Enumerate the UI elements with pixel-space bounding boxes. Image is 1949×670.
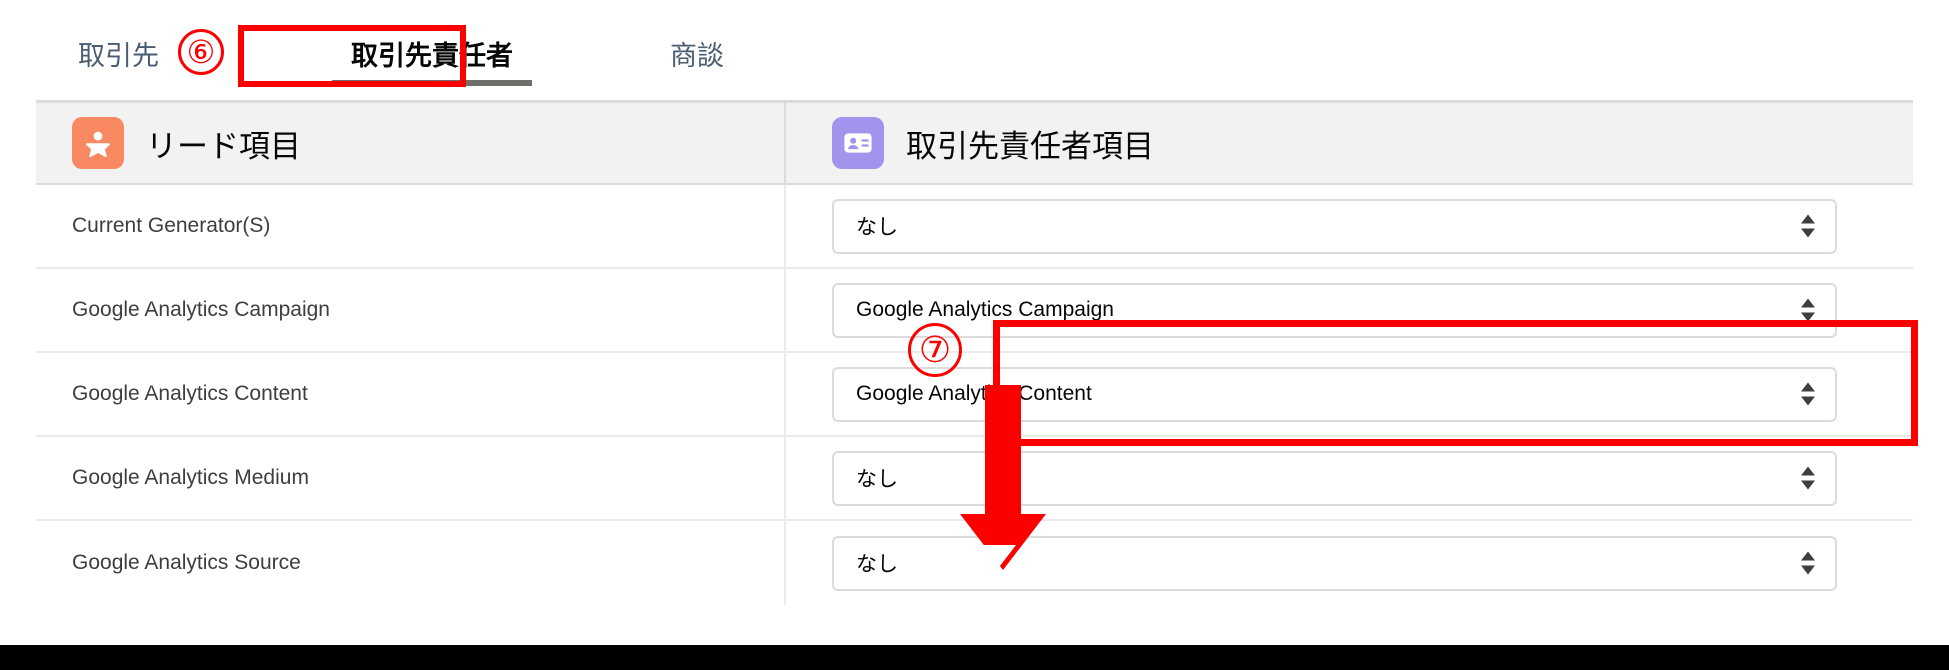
contact-card-icon bbox=[832, 117, 884, 169]
table-header-lead: リード項目 bbox=[36, 103, 786, 183]
select-spinner-icon[interactable] bbox=[1801, 382, 1815, 406]
chevron-up-icon bbox=[1801, 466, 1815, 476]
select-spinner-icon[interactable] bbox=[1801, 214, 1815, 238]
mapping-select-ga-campaign[interactable]: Google Analytics Campaign bbox=[832, 282, 1837, 338]
mapping-select-value: なし bbox=[856, 553, 898, 576]
contact-field-cell: なし bbox=[786, 185, 1913, 267]
lead-field-cell: Google Analytics Medium bbox=[36, 437, 786, 519]
annotation-tab-highlight-box bbox=[238, 25, 466, 87]
table-row: Current Generator(S) なし bbox=[36, 185, 1913, 269]
table-header-contact-title: 取引先責任者項目 bbox=[906, 128, 1154, 164]
annotation-step-7: ⑦ bbox=[908, 323, 962, 377]
lead-field-label: Google Analytics Medium bbox=[72, 466, 309, 489]
chevron-up-icon bbox=[1801, 214, 1815, 224]
bottom-black-bar bbox=[0, 645, 1949, 670]
table-row: Google Analytics Medium なし bbox=[36, 437, 1913, 521]
lead-field-label: Current Generator(S) bbox=[72, 214, 271, 237]
lead-field-cell: Google Analytics Campaign bbox=[36, 269, 786, 351]
mapping-select-value: なし bbox=[856, 216, 898, 239]
table-row: Google Analytics Content Google Analytic… bbox=[36, 353, 1913, 437]
field-mapping-page: 取引先 取引先責任者 商談 ⑥ リード項目 取引先責任者項目 Current G… bbox=[0, 0, 1949, 670]
mapping-select-current-generator[interactable]: なし bbox=[832, 198, 1837, 254]
chevron-down-icon bbox=[1801, 312, 1815, 322]
lead-field-cell: Google Analytics Content bbox=[36, 353, 786, 435]
annotation-step-6: ⑥ bbox=[178, 29, 224, 75]
mapping-select-ga-medium[interactable]: なし bbox=[832, 450, 1837, 506]
mapping-select-value: なし bbox=[856, 468, 898, 491]
lead-field-label: Google Analytics Content bbox=[72, 382, 308, 405]
tab-accounts-label: 取引先 bbox=[78, 40, 159, 71]
lead-field-label: Google Analytics Campaign bbox=[72, 298, 330, 321]
table-header-row: リード項目 取引先責任者項目 bbox=[36, 103, 1913, 185]
contact-field-cell: なし bbox=[786, 521, 1913, 605]
chevron-down-icon bbox=[1801, 396, 1815, 406]
select-spinner-icon[interactable] bbox=[1801, 466, 1815, 490]
lead-field-cell: Google Analytics Source bbox=[36, 521, 786, 605]
arrow-notch bbox=[964, 545, 1016, 579]
mapping-select-value: Google Analytics Content bbox=[856, 382, 1092, 405]
select-spinner-icon[interactable] bbox=[1801, 551, 1815, 575]
contact-field-cell: なし bbox=[786, 437, 1913, 519]
tab-accounts[interactable]: 取引先 bbox=[78, 0, 159, 106]
object-tab-bar: 取引先 取引先責任者 商談 ⑥ bbox=[0, 0, 1949, 106]
mapping-select-value: Google Analytics Campaign bbox=[856, 298, 1114, 321]
mapping-select-ga-content[interactable]: Google Analytics Content bbox=[832, 366, 1837, 422]
table-row: Google Analytics Campaign Google Analyti… bbox=[36, 269, 1913, 353]
table-header-contact: 取引先責任者項目 bbox=[786, 103, 1913, 183]
arrow-shaft bbox=[985, 385, 1021, 520]
chevron-down-icon bbox=[1801, 565, 1815, 575]
chevron-down-icon bbox=[1801, 480, 1815, 490]
chevron-up-icon bbox=[1801, 298, 1815, 308]
lead-field-cell: Current Generator(S) bbox=[36, 185, 786, 267]
chevron-down-icon bbox=[1801, 228, 1815, 238]
lead-field-label: Google Analytics Source bbox=[72, 551, 301, 574]
chevron-up-icon bbox=[1801, 551, 1815, 561]
select-spinner-icon[interactable] bbox=[1801, 298, 1815, 322]
lead-star-icon bbox=[72, 117, 124, 169]
tab-opportunities[interactable]: 商談 bbox=[670, 0, 724, 106]
tab-list: 取引先 取引先責任者 商談 bbox=[78, 0, 724, 106]
table-header-lead-title: リード項目 bbox=[146, 128, 301, 164]
tab-opportunities-label: 商談 bbox=[670, 40, 724, 71]
chevron-up-icon bbox=[1801, 382, 1815, 392]
